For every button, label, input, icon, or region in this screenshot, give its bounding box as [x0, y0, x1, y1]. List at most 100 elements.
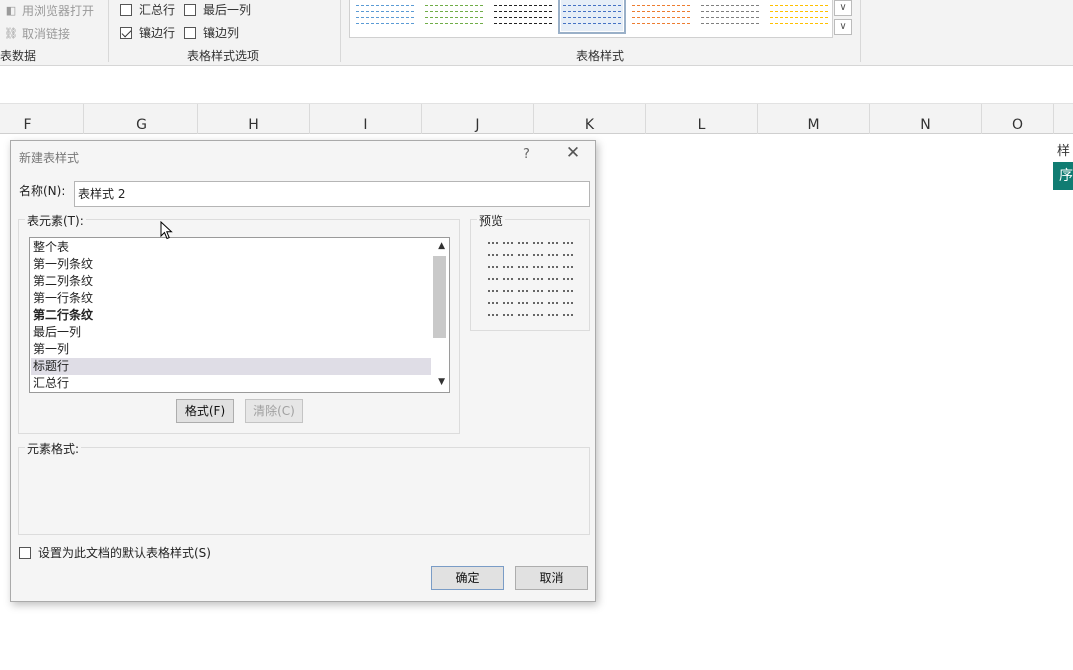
table-style-thumbnail[interactable]: [354, 0, 416, 31]
preview-cell: [503, 290, 513, 292]
preview-cell: [518, 290, 528, 292]
gallery-expand-button[interactable]: ∨: [834, 19, 852, 35]
side-title: 样: [1057, 144, 1071, 159]
column-header-n[interactable]: N: [870, 104, 982, 134]
preview-cell: [488, 314, 498, 316]
ok-button[interactable]: 确定: [431, 566, 504, 590]
default-style-checkbox[interactable]: 设置为此文档的默认表格样式(S): [19, 544, 211, 561]
list-scrollbar[interactable]: ▲ ▼: [431, 238, 449, 392]
preview-cell: [488, 242, 498, 244]
column-header-f[interactable]: F: [0, 104, 84, 134]
last-column-check[interactable]: [184, 3, 196, 16]
table-style-thumbnail[interactable]: [699, 0, 761, 31]
preview-cell: [488, 290, 498, 292]
preview-cell: [503, 314, 513, 316]
preview-cell: [488, 302, 498, 304]
column-header-i[interactable]: I: [310, 104, 422, 134]
column-header-m[interactable]: M: [758, 104, 870, 134]
list-item[interactable]: 最后一列: [31, 324, 431, 341]
mouse-pointer-icon: [160, 221, 173, 240]
preview-group: 预览: [470, 212, 590, 331]
total-row-check[interactable]: [120, 3, 132, 16]
element-format-group: 元素格式:: [18, 440, 590, 535]
preview-cell: [533, 242, 543, 244]
formula-bar-area: [0, 66, 1073, 104]
list-item[interactable]: 第二行条纹: [31, 307, 431, 324]
table-style-thumbnail[interactable]: [768, 0, 830, 31]
banded-rows-check[interactable]: [120, 26, 132, 39]
name-input[interactable]: 表样式 2: [74, 181, 590, 207]
column-header-h[interactable]: H: [198, 104, 310, 134]
preview-cell: [548, 302, 558, 304]
list-item[interactable]: 第一行条纹: [31, 290, 431, 307]
banded-columns-checkbox[interactable]: 镶边列: [184, 24, 239, 41]
list-item[interactable]: 第一列条纹: [31, 256, 431, 273]
banded-rows-checkbox[interactable]: 镶边行: [120, 24, 175, 41]
group-label-table-data: 表数据: [0, 49, 37, 63]
preview-cell: [548, 278, 558, 280]
preview-cell: [533, 278, 543, 280]
banded-columns-label: 镶边列: [203, 26, 240, 40]
list-item[interactable]: 标题行: [31, 358, 431, 375]
table-style-thumbnail[interactable]: [423, 0, 485, 31]
preview-cell: [548, 242, 558, 244]
gallery-scroll-down-button[interactable]: ∨: [834, 0, 852, 16]
preview-cell: [503, 278, 513, 280]
ribbon: ◧ 用浏览器打开 ⛓ 取消链接 表数据 汇总行 最后一列 镶边行 镶边列 表格样…: [0, 0, 1073, 66]
last-column-checkbox[interactable]: 最后一列: [184, 1, 251, 18]
preview-cell: [563, 278, 573, 280]
table-elements-legend: 表元素(T):: [25, 212, 86, 229]
scroll-thumb[interactable]: [433, 256, 446, 338]
preview-cell: [518, 266, 528, 268]
list-item[interactable]: 整个表: [31, 239, 431, 256]
banded-columns-check[interactable]: [184, 26, 196, 39]
preview-cell: [503, 254, 513, 256]
preview-cell: [503, 242, 513, 244]
column-header-o[interactable]: O: [982, 104, 1054, 134]
table-elements-list[interactable]: 整个表 第一列条纹 第二列条纹 第一行条纹 第二行条纹 最后一列 第一列 标题行 汇总行 ▲ ▼: [29, 237, 450, 393]
default-style-label: 设置为此文档的默认表格样式(S): [38, 546, 211, 560]
preview-cell: [533, 254, 543, 256]
preview-cell: [488, 254, 498, 256]
preview-cell: [548, 254, 558, 256]
dialog-title: 新建表样式: [19, 151, 80, 165]
preview-cell: [563, 314, 573, 316]
name-label: 名称(N):: [19, 184, 66, 198]
browser-icon: ◧: [5, 3, 17, 17]
preview-cell: [518, 254, 528, 256]
preview-cell: [548, 290, 558, 292]
preview-cell: [533, 302, 543, 304]
preview-cell: [563, 242, 573, 244]
open-in-browser-button[interactable]: ◧ 用浏览器打开: [4, 2, 94, 19]
clear-button[interactable]: 清除(C): [245, 399, 303, 423]
table-style-thumbnail[interactable]: [558, 0, 626, 34]
cancel-button[interactable]: 取消: [515, 566, 588, 590]
total-row-checkbox[interactable]: 汇总行: [120, 1, 175, 18]
scroll-down-icon[interactable]: ▼: [438, 377, 445, 387]
table-style-thumbnail[interactable]: [630, 0, 692, 31]
preview-grid: [487, 240, 577, 322]
scroll-up-icon[interactable]: ▲: [438, 241, 445, 251]
format-button[interactable]: 格式(F): [176, 399, 234, 423]
close-icon[interactable]: ✕: [565, 144, 581, 162]
banded-rows-label: 镶边行: [139, 26, 176, 40]
preview-cell: [518, 278, 528, 280]
column-header-g[interactable]: G: [86, 104, 198, 134]
unlink-button[interactable]: ⛓ 取消链接: [4, 25, 70, 42]
column-headers: FGHIJKLMNO: [0, 104, 1073, 134]
help-button[interactable]: ?: [523, 147, 530, 162]
side-header-cell: 序: [1053, 162, 1073, 190]
table-style-thumbnail[interactable]: [492, 0, 554, 31]
default-style-check[interactable]: [19, 546, 31, 559]
column-header-l[interactable]: L: [646, 104, 758, 134]
total-row-label: 汇总行: [139, 3, 176, 17]
list-item[interactable]: 汇总行: [31, 375, 431, 392]
preview-cell: [548, 314, 558, 316]
column-header-j[interactable]: J: [422, 104, 534, 134]
column-header-k[interactable]: K: [534, 104, 646, 134]
list-item[interactable]: 第二列条纹: [31, 273, 431, 290]
preview-cell: [548, 266, 558, 268]
preview-legend: 预览: [477, 212, 506, 229]
side-table-preview: 样 序: [1053, 134, 1073, 394]
list-item[interactable]: 第一列: [31, 341, 431, 358]
